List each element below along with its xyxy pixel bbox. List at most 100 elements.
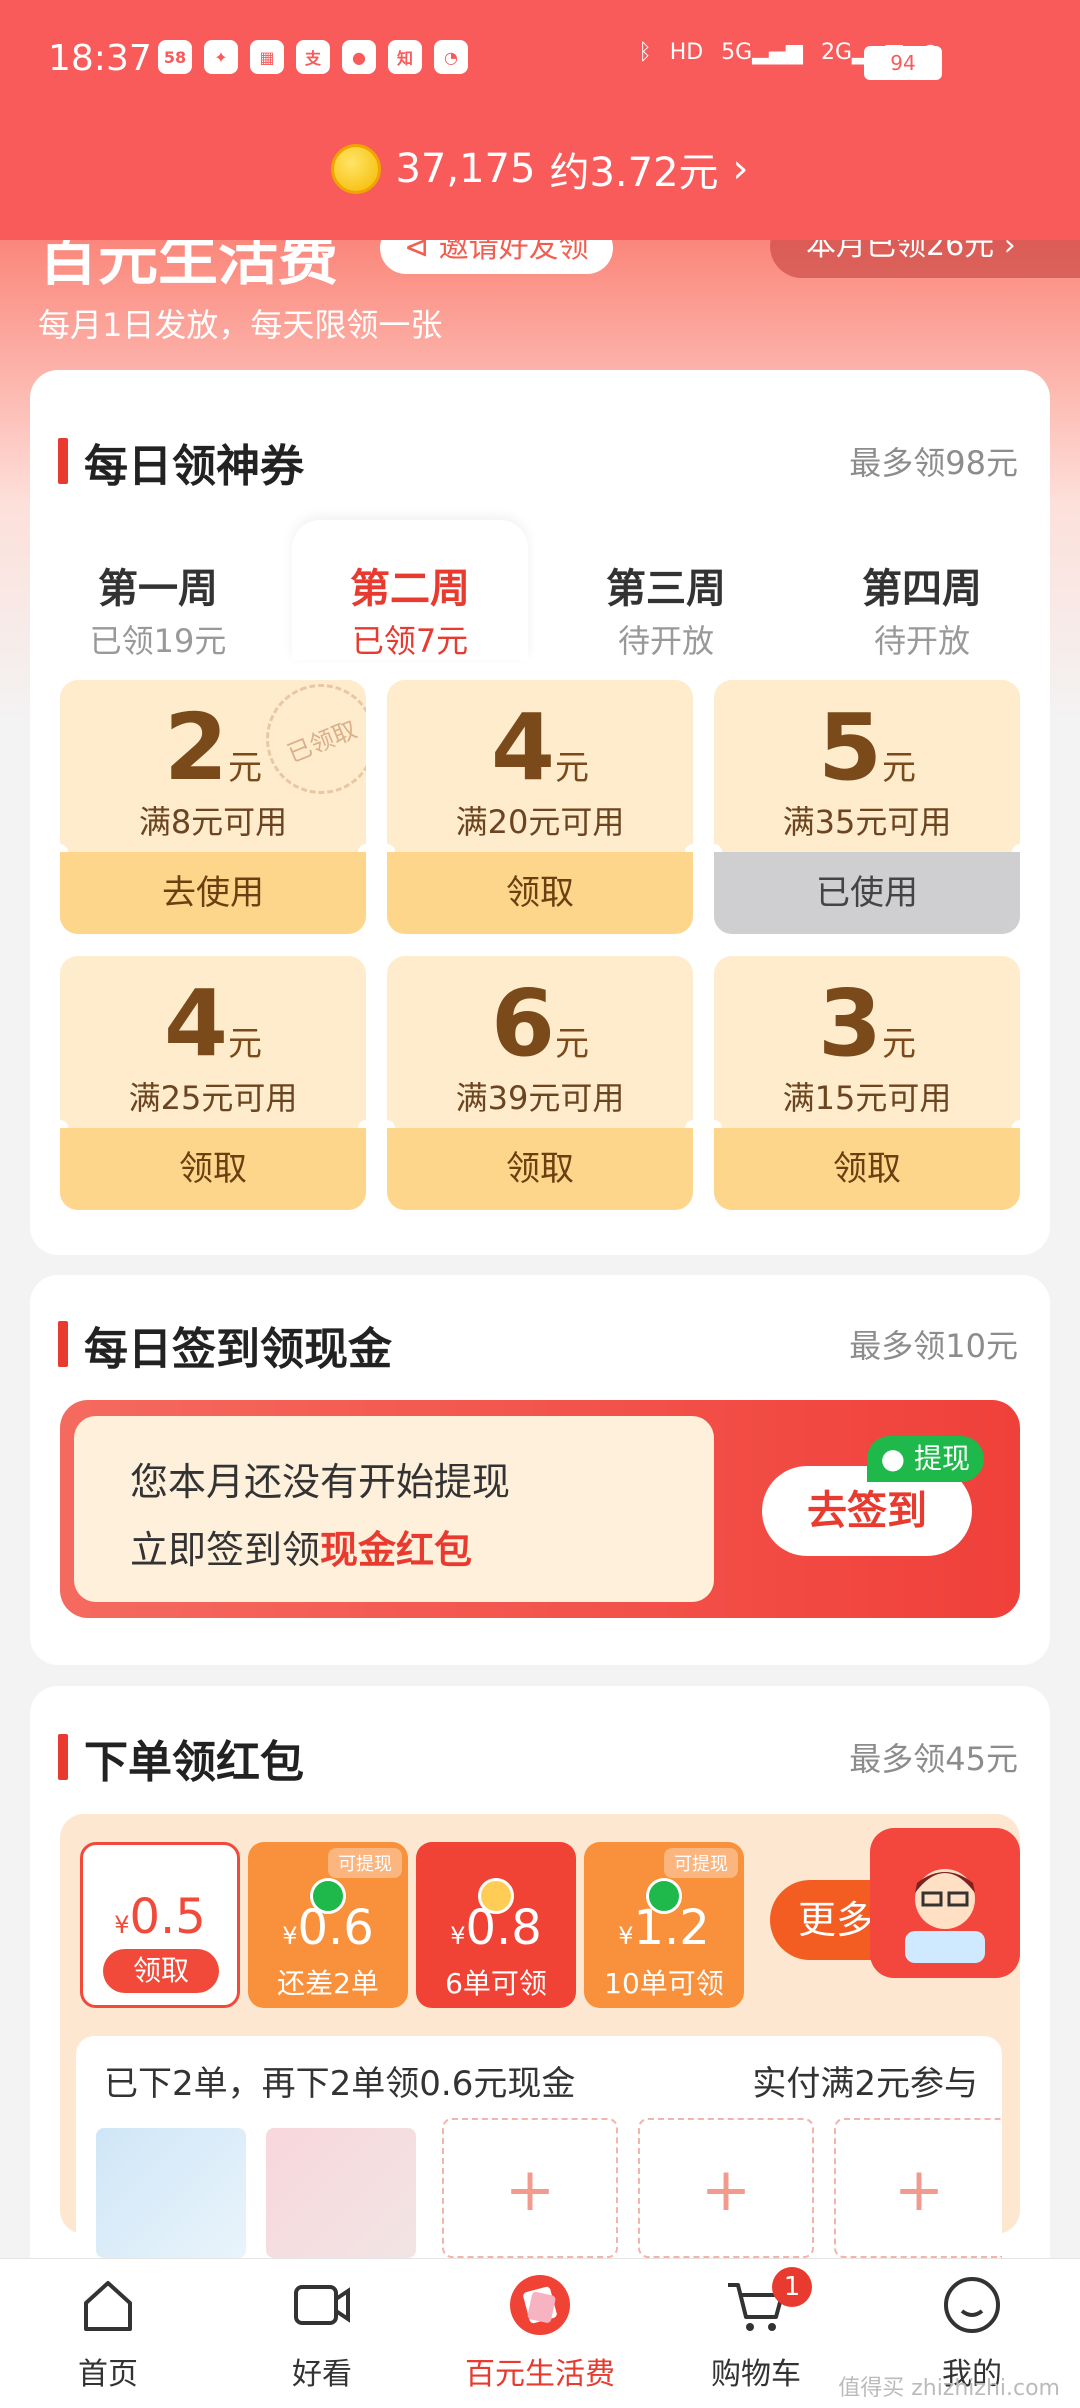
status-bar: 18:37 58 ✦ ▦ 支 ● 知 ◔ ᛒ HD 5G▂▄▆ 2G▂▄▆ ◠ … <box>0 30 1080 90</box>
week-name: 第二周 <box>350 566 470 612</box>
coupon-unit: 元 <box>228 748 262 788</box>
tab-week-1[interactable]: 第一周 已领19元 <box>40 520 276 660</box>
red-envelope-icon <box>510 2275 570 2335</box>
red-packet-amount: ¥0.5 <box>83 1889 237 1945</box>
coupon-claim-button[interactable]: 领取 <box>387 852 693 934</box>
coin-count: 37,175 <box>395 146 536 192</box>
withdrawable-badge: 可提现 <box>328 1848 402 1878</box>
nav-label: 首页 <box>78 2357 138 2392</box>
coupon-card: 2元 满8元可用 已领取 去使用 <box>60 680 366 934</box>
coupon-card: 6元 满39元可用 领取 <box>387 956 693 1210</box>
cart-count-badge: 1 <box>772 2267 812 2307</box>
bluetooth-icon: ᛒ <box>638 40 652 65</box>
battery-icon: 94 <box>864 46 942 80</box>
coupon-condition: 满20元可用 <box>455 803 625 841</box>
product-thumbnail[interactable] <box>266 2128 416 2258</box>
red-packet-label: 10单可领 <box>604 1967 724 2000</box>
coupon-body: 3元 满15元可用 <box>714 956 1020 1128</box>
coupon-amount: 3元 <box>714 970 1020 1077</box>
coupon-condition: 满8元可用 <box>138 803 288 841</box>
coupon-card: 4元 满25元可用 领取 <box>60 956 366 1210</box>
wechat-icon <box>646 1878 682 1914</box>
page-subtitle: 每月1日发放，每天限领一张 <box>38 306 443 344</box>
order-progress-text: 已下2单，再下2单领0.6元现金 <box>104 2064 576 2104</box>
red-packet-claim-button[interactable]: 领取 <box>103 1949 219 1993</box>
empty-order-slot[interactable]: + <box>834 2118 1002 2258</box>
product-thumbnail[interactable] <box>96 2128 246 2258</box>
daily-coupon-max: 最多领98元 <box>849 444 1018 482</box>
coupon-card: 5元 满35元可用 已使用 <box>714 680 1020 934</box>
withdraw-label: 提现 <box>913 1442 970 1475</box>
coin-balance[interactable]: 37,175 约3.72元 › <box>0 140 1080 198</box>
watermark: 值得买 zhizhizhi.com <box>838 2376 1060 2401</box>
coupon-unit: 元 <box>882 1024 916 1064</box>
section-title-order: 下单领红包 <box>58 1726 304 1790</box>
coupon-value: 4 <box>163 970 228 1077</box>
red-packet[interactable]: ¥0.5 领取 <box>80 1842 240 2008</box>
coupon-card: 3元 满15元可用 领取 <box>714 956 1020 1210</box>
nav-cart[interactable]: 1 购物车 <box>656 2267 856 2393</box>
nav-watch[interactable]: 好看 <box>222 2273 422 2393</box>
app-compass-icon: ◔ <box>434 40 468 74</box>
signin-banner[interactable]: 您本月还没有开始提现 立即签到领现金红包 去签到 ● 提现 <box>60 1400 1020 1618</box>
section-title-daily-coupon: 每日领神券 <box>58 430 304 494</box>
coupon-claim-button[interactable]: 领取 <box>387 1128 693 1210</box>
coupon-value: 3 <box>817 970 882 1077</box>
app-zhihu-icon: 知 <box>388 40 422 74</box>
red-packet[interactable]: 可提现 ¥0.6 还差2单 <box>248 1842 408 2008</box>
customer-service-avatar[interactable] <box>870 1828 1020 1978</box>
coupon-claim-button[interactable]: 领取 <box>60 1128 366 1210</box>
notification-icons: 58 ✦ ▦ 支 ● 知 ◔ <box>158 40 468 74</box>
coupon-unit: 元 <box>882 748 916 788</box>
wechat-icon <box>310 1878 346 1914</box>
tab-week-4[interactable]: 第四周 待开放 <box>804 520 1040 660</box>
tab-week-3[interactable]: 第三周 待开放 <box>548 520 784 660</box>
coupon-value: 2 <box>163 694 228 801</box>
week-name: 第四周 <box>862 566 982 612</box>
coupon-amount: 6元 <box>387 970 693 1077</box>
nav-home[interactable]: 首页 <box>8 2273 208 2393</box>
coupon-amount: 4元 <box>387 694 693 801</box>
profile-icon <box>944 2277 1000 2333</box>
currency-symbol: ¥ <box>450 1922 466 1950</box>
currency-symbol: ¥ <box>114 1911 130 1939</box>
nav-label: 百元生活费 <box>465 2357 615 2392</box>
coupon-card: 4元 满20元可用 领取 <box>387 680 693 934</box>
coupon-value: 4 <box>490 694 555 801</box>
nav-living-allowance[interactable]: 百元生活费 <box>440 2273 640 2393</box>
status-time: 18:37 <box>48 38 152 79</box>
signin-line-1: 您本月还没有开始提现 <box>130 1460 511 1504</box>
red-packet[interactable]: 可提现 ¥1.2 10单可领 <box>584 1842 744 2008</box>
section-title-signin: 每日签到领现金 <box>58 1313 392 1377</box>
order-progress-box: 已下2单，再下2单领0.6元现金 实付满2元参与 + + + <box>76 2036 1002 2258</box>
app-chat-icon: ● <box>342 40 376 74</box>
red-packet-label: 还差2单 <box>277 1967 379 2000</box>
avatar-icon <box>905 1869 985 1963</box>
coupon-condition: 满39元可用 <box>455 1079 625 1117</box>
empty-order-slot[interactable]: + <box>638 2118 814 2258</box>
signin-line-2-text: 立即签到领 <box>130 1528 321 1572</box>
coin-cash: 约3.72元 <box>549 150 719 196</box>
coupon-value: 5 <box>817 694 882 801</box>
withdraw-badge: ● 提现 <box>866 1436 984 1482</box>
coupon-body: 6元 满39元可用 <box>387 956 693 1128</box>
red-packet[interactable]: ¥0.8 6单可领 <box>416 1842 576 2008</box>
currency-symbol: ¥ <box>618 1922 634 1950</box>
week-status: 待开放 <box>617 622 714 660</box>
coupon-condition: 满15元可用 <box>782 1079 952 1117</box>
video-icon <box>294 2285 350 2325</box>
chevron-right-icon: › <box>732 146 749 192</box>
tab-week-2[interactable]: 第二周 已领7元 <box>292 520 528 660</box>
coupon-condition: 满25元可用 <box>128 1079 298 1117</box>
red-packet-label: 6单可领 <box>445 1967 547 2000</box>
hd-icon: HD <box>669 40 704 65</box>
coin-icon <box>331 144 382 194</box>
coupon-use-button[interactable]: 去使用 <box>60 852 366 934</box>
week-name: 第一周 <box>98 566 218 612</box>
coupon-claim-button[interactable]: 领取 <box>714 1128 1020 1210</box>
empty-order-slot[interactable]: + <box>442 2118 618 2258</box>
week-name: 第三周 <box>606 566 726 612</box>
coupon-unit: 元 <box>228 1024 262 1064</box>
coupon-unit: 元 <box>555 1024 589 1064</box>
coupon-body: 4元 满25元可用 <box>60 956 366 1128</box>
